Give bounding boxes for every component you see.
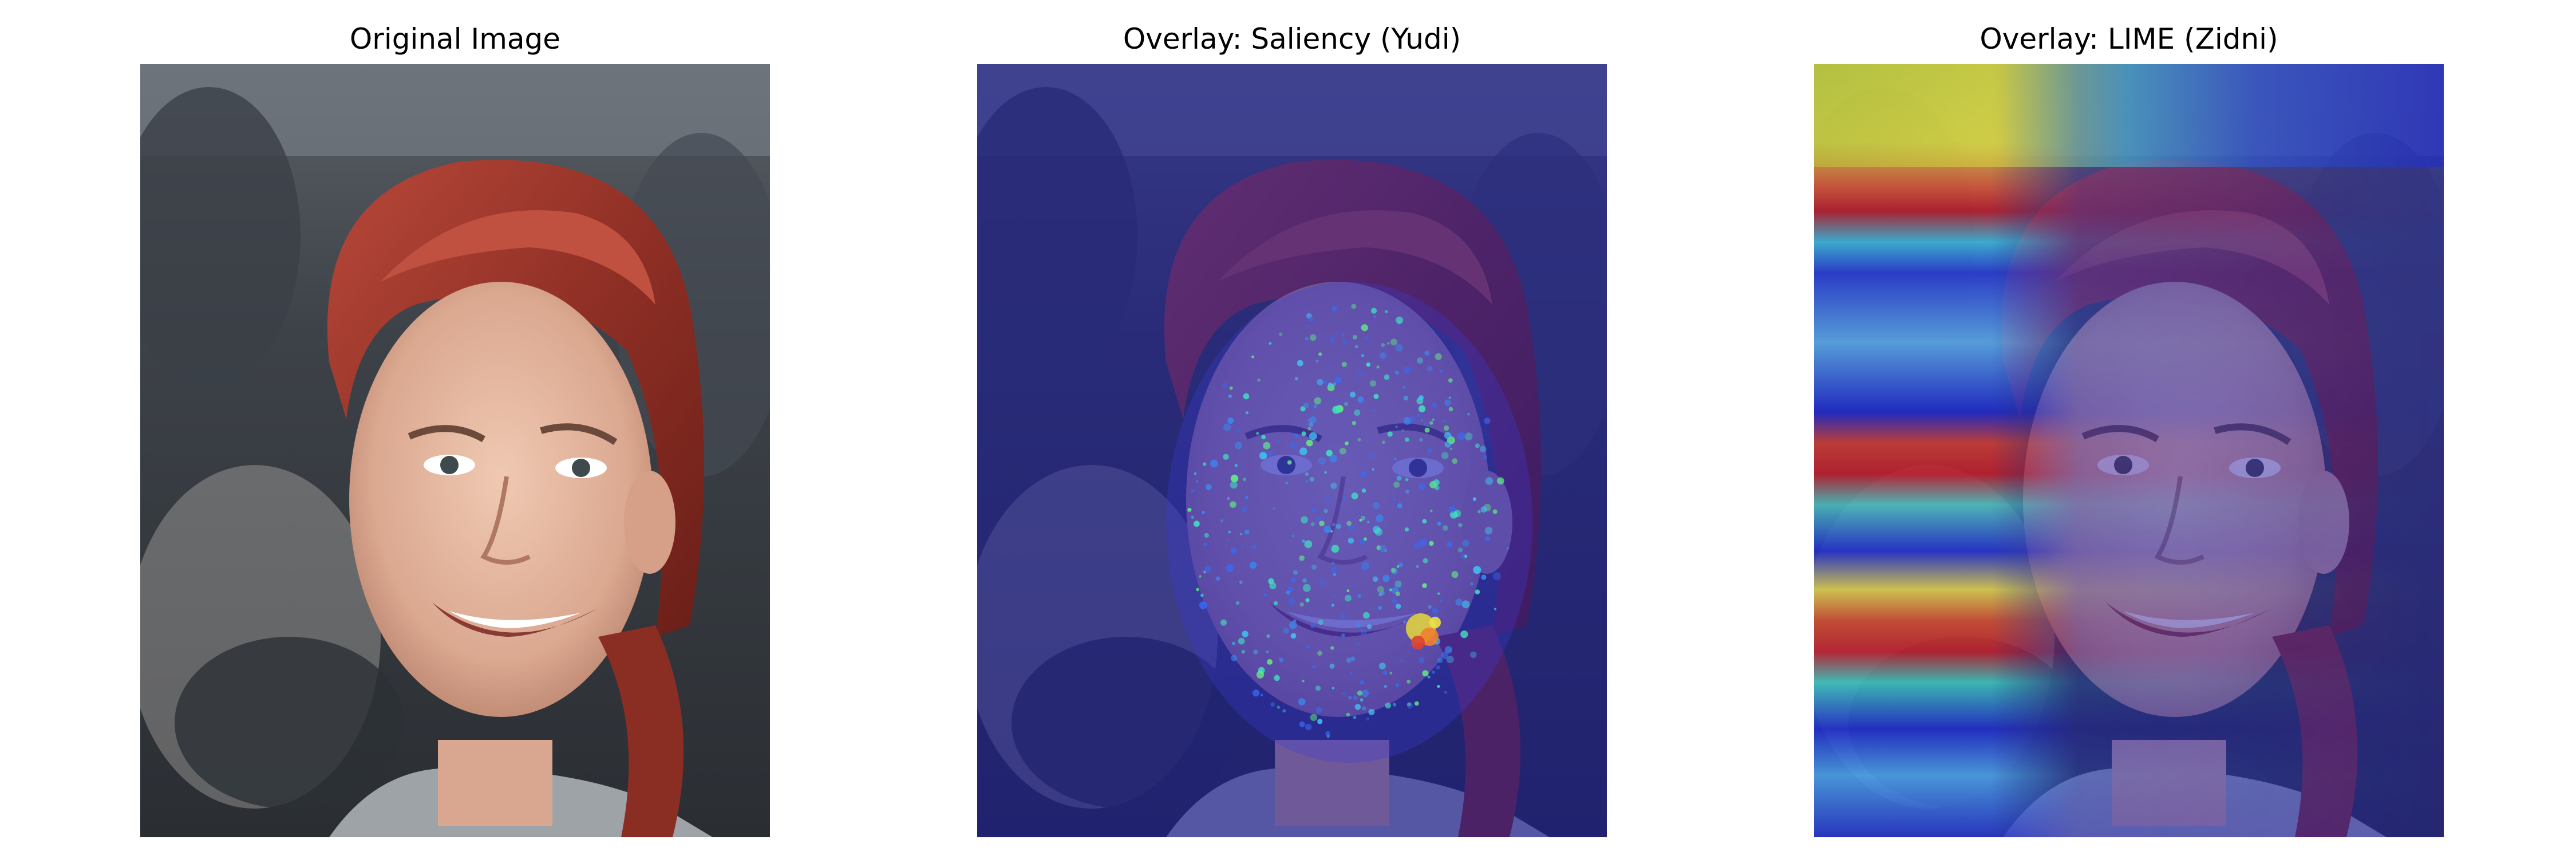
lime-overlay-image: [1814, 64, 2444, 837]
panel-title-original: Original Image: [349, 22, 561, 56]
panel-lime: Overlay: LIME (Zidni): [1814, 0, 2444, 859]
original-image: [140, 64, 770, 837]
saliency-overlay-image: [977, 64, 1607, 837]
panel-saliency: Overlay: Saliency (Yudi): [977, 0, 1607, 859]
panel-original: Original Image: [140, 0, 770, 859]
panel-title-lime: Overlay: LIME (Zidni): [1980, 22, 2278, 56]
panel-title-saliency: Overlay: Saliency (Yudi): [1123, 22, 1461, 56]
